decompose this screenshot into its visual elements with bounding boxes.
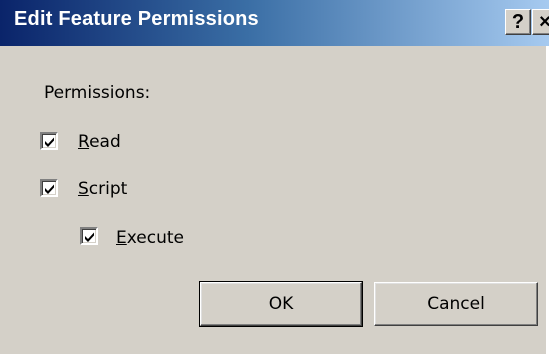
checkmark-icon — [85, 232, 94, 242]
close-button[interactable]: × — [532, 9, 549, 35]
dialog-title: Edit Feature Permissions — [14, 8, 259, 30]
help-button[interactable]: ? — [505, 9, 531, 35]
read-label-rest: ead — [89, 132, 121, 152]
script-label-rest: cript — [88, 179, 128, 199]
checkmark-icon — [45, 137, 54, 147]
script-access-key: S — [78, 179, 89, 199]
cancel-button[interactable]: Cancel — [374, 282, 538, 326]
execute-access-key: E — [116, 228, 127, 248]
execute-checkbox[interactable] — [80, 227, 98, 245]
read-checkbox[interactable] — [40, 132, 58, 150]
execute-label-rest: xecute — [126, 228, 184, 248]
read-label[interactable]: Read — [78, 132, 121, 152]
ok-button[interactable]: OK — [199, 281, 363, 327]
checkmark-icon — [45, 184, 54, 194]
script-checkbox[interactable] — [40, 179, 58, 197]
read-access-key: R — [78, 132, 90, 152]
script-label[interactable]: Script — [78, 179, 127, 199]
permissions-label: Permissions: — [44, 83, 151, 103]
title-bar[interactable]: Edit Feature Permissions ? × — [0, 0, 549, 46]
execute-label[interactable]: Execute — [116, 228, 184, 248]
dialog-body: Permissions: Read Script Execute OK Canc… — [0, 46, 549, 354]
edit-feature-permissions-dialog: Edit Feature Permissions ? × Permissions… — [0, 0, 549, 354]
